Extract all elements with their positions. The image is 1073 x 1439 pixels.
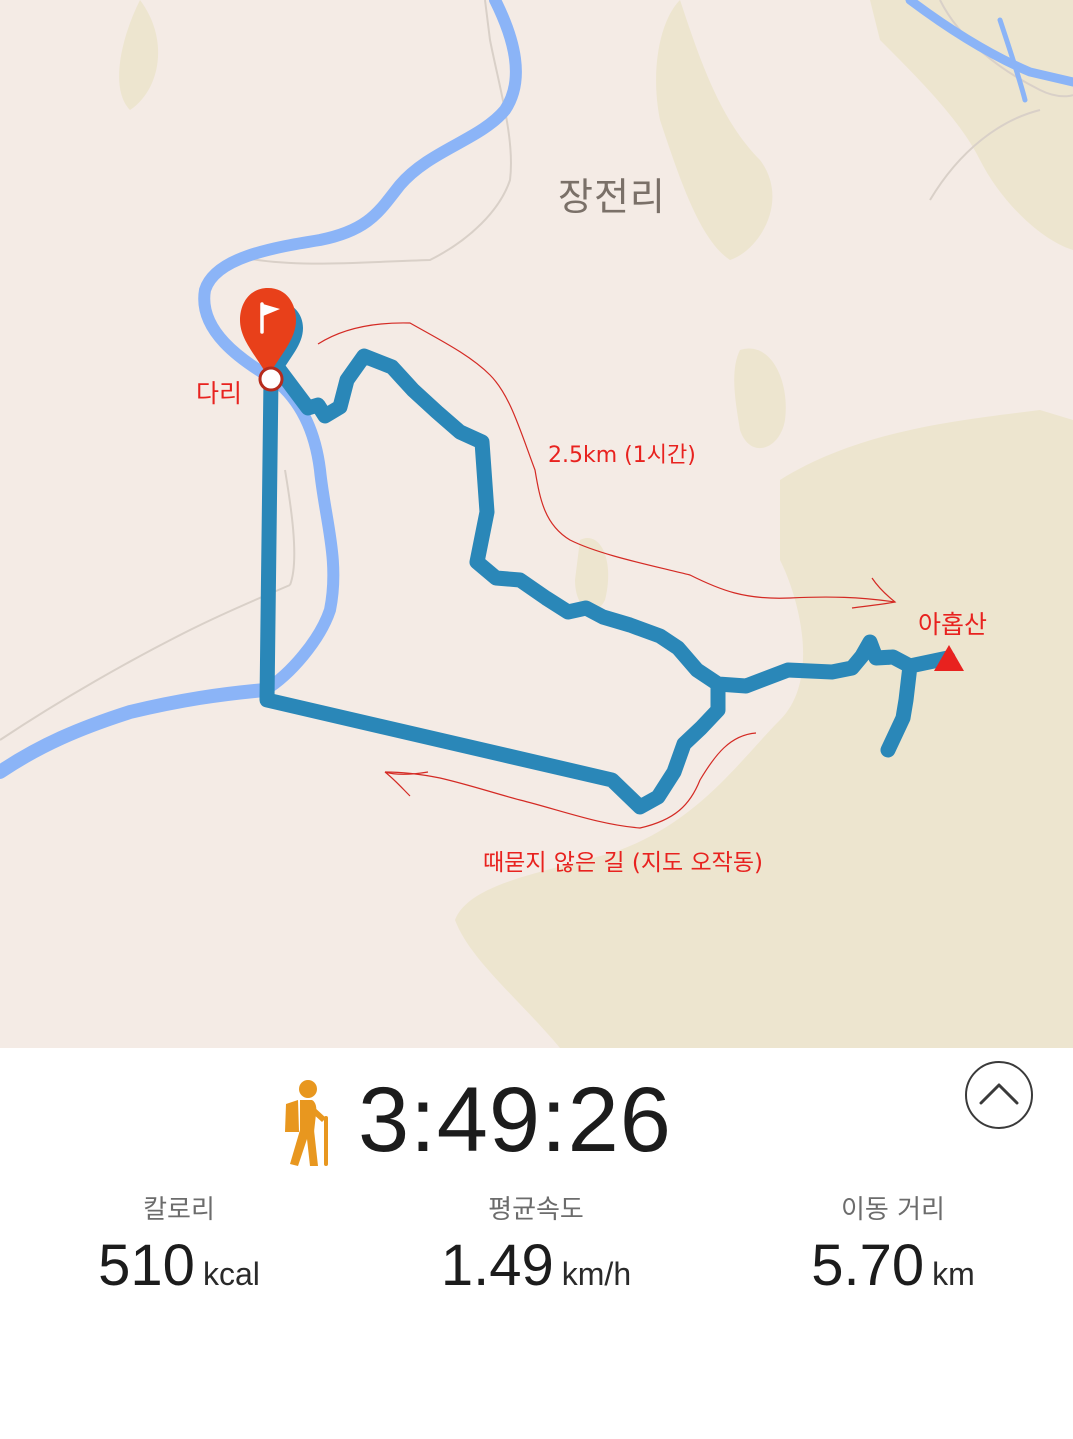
distance-stat: 이동 거리 5.70 km (714, 1192, 1072, 1298)
chevron-up-icon (979, 1083, 1019, 1105)
average-speed-stat: 평균속도 1.49 km/h (357, 1192, 715, 1298)
stat-unit: km (932, 1256, 975, 1292)
stat-label: 칼로리 (143, 1195, 215, 1225)
collapse-button[interactable] (965, 1061, 1033, 1129)
place-label: 장전리 (558, 175, 666, 219)
distance-annotation: 2.5km (1시간) (548, 443, 696, 468)
start-annotation: 다리 (196, 379, 243, 408)
map-canvas (0, 0, 1073, 1048)
flag-pin-icon[interactable] (240, 288, 303, 392)
route-map[interactable]: 장전리 다리 2.5km (1시간) 아홉산 때묻지 않은 길 (지도 오작동) (0, 0, 1073, 1048)
stat-unit: kcal (202, 1256, 260, 1292)
unmarked-path-annotation: 때묻지 않은 길 (지도 오작동) (483, 850, 763, 876)
workout-duration: 3:49:26 (358, 1069, 672, 1171)
hiker-icon (285, 1080, 328, 1166)
stat-unit: km/h (561, 1256, 632, 1292)
calories-stat: 칼로리 510 kcal (0, 1192, 358, 1298)
stat-value: 1.49 (440, 1233, 554, 1298)
stat-label: 이동 거리 (841, 1195, 945, 1225)
peak-annotation: 아홉산 (918, 610, 988, 639)
stat-label: 평균속도 (488, 1195, 584, 1225)
stat-value: 510 (98, 1233, 195, 1298)
stat-value: 5.70 (811, 1233, 925, 1298)
